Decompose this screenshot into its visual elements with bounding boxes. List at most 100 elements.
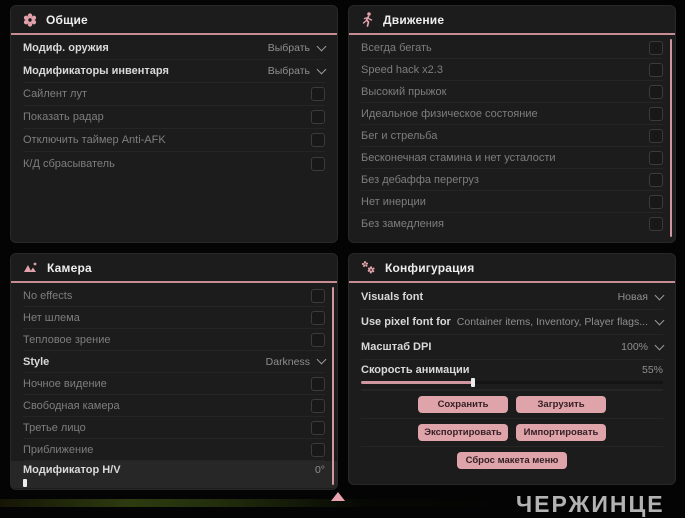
checkbox[interactable]: [311, 156, 325, 171]
checkbox[interactable]: [649, 194, 663, 209]
row-label: Модиф. оружия: [23, 42, 109, 54]
animation-speed-value: 55%: [641, 364, 663, 376]
checkbox[interactable]: [649, 172, 663, 187]
runner-icon: [361, 12, 374, 27]
panel-title: Камера: [47, 260, 92, 275]
row-label: Use pixel font for: [361, 316, 451, 328]
checkbox[interactable]: [649, 106, 663, 121]
panel-general: Общие Модиф. оружия Выбрать Модификаторы…: [10, 5, 338, 243]
checkbox[interactable]: [649, 40, 663, 55]
row-show-radar: Показать радар: [23, 106, 325, 129]
style-dropdown[interactable]: Darkness: [266, 354, 327, 368]
dropdown-value: 100%: [621, 341, 648, 353]
animation-speed-slider[interactable]: [361, 378, 663, 387]
row-style: Style Darkness: [23, 351, 327, 373]
row-label: Идеальное физическое состояние: [361, 107, 538, 120]
row-label: Бесконечная стамина и нет усталости: [361, 151, 556, 164]
panel-title: Конфигурация: [385, 260, 475, 275]
button-row-1: Сохранить Загрузить: [361, 390, 663, 418]
chevron-down-icon: [654, 290, 665, 300]
dropdown-value: Выбрать: [267, 65, 310, 77]
row-run-and-shoot: Бег и стрельба: [361, 125, 663, 147]
row-label: Сайлент лут: [23, 88, 87, 100]
row-dpi-scale: Масштаб DPI 100%: [361, 335, 665, 360]
checkbox[interactable]: [311, 376, 325, 391]
checkbox[interactable]: [649, 84, 663, 99]
row-label: Отключить таймер Anti-AFK: [23, 134, 166, 146]
checkbox[interactable]: [311, 398, 325, 413]
row-pixel-font: Use pixel font for Container items, Inve…: [361, 310, 665, 335]
row-cd-reset: К/Д сбрасыватель: [23, 152, 325, 175]
checkbox[interactable]: [311, 110, 325, 124]
row-label: Третье лицо: [23, 421, 86, 434]
checkbox[interactable]: [311, 332, 325, 347]
row-inventory-mods: Модификаторы инвентаря Выбрать: [23, 60, 327, 83]
row-label: Без дебаффа перегруз: [361, 173, 479, 186]
panel-title: Общие: [46, 12, 88, 27]
weapon-mod-dropdown[interactable]: Выбрать: [268, 41, 327, 54]
inventory-mods-dropdown[interactable]: Выбрать: [267, 64, 327, 77]
checkbox[interactable]: [311, 87, 325, 101]
row-label: No effects: [23, 289, 73, 302]
row-label: Свободная камера: [23, 399, 120, 412]
row-high-jump: Высокий прыжок: [361, 81, 663, 103]
panel-movement-header: Движение: [349, 6, 675, 33]
panel-title: Движение: [383, 12, 445, 27]
dpi-scale-dropdown[interactable]: 100%: [621, 340, 665, 353]
row-label: Тепловое зрение: [23, 333, 111, 346]
checkbox[interactable]: [649, 217, 663, 231]
panel-config-header: Конфигурация: [349, 254, 675, 281]
visuals-font-dropdown[interactable]: Новая: [617, 290, 665, 303]
export-button[interactable]: Экспортировать: [418, 424, 508, 441]
image-icon: [23, 261, 38, 274]
hv-value: 0°: [314, 464, 325, 476]
row-perfect-condition: Идеальное физическое состояние: [361, 103, 663, 125]
row-label: Всегда бегать: [361, 41, 432, 54]
row-label: Показать радар: [23, 111, 104, 123]
scrollbar[interactable]: [332, 287, 334, 485]
pixel-font-dropdown[interactable]: Container items, Inventory, Player flags…: [456, 315, 665, 328]
row-animation-speed: Скорость анимации 55%: [361, 360, 663, 390]
checkbox[interactable]: [649, 128, 663, 143]
checkbox[interactable]: [649, 62, 663, 77]
row-disable-antiafk: Отключить таймер Anti-AFK: [23, 129, 325, 152]
hv-slider-handle[interactable]: [23, 479, 27, 487]
checkbox[interactable]: [311, 420, 325, 435]
row-label: Без замедления: [361, 218, 444, 230]
row-label: Приближение: [23, 443, 94, 456]
dropdown-value: Container items, Inventory, Player flags…: [456, 316, 648, 328]
row-no-overload-debuff: Без дебаффа перегруз: [361, 169, 663, 191]
dropdown-value: Новая: [617, 291, 648, 303]
row-speed-hack: Speed hack x2.3: [361, 59, 663, 81]
chevron-down-icon: [316, 354, 327, 365]
checkbox[interactable]: [311, 310, 325, 325]
import-button[interactable]: Импортировать: [516, 424, 606, 441]
row-label: Ночное видение: [23, 377, 107, 390]
load-button[interactable]: Загрузить: [516, 396, 606, 413]
row-thermal-vision: Тепловое зрение: [23, 329, 325, 351]
row-label: Бег и стрельба: [361, 129, 438, 142]
row-zoom: Приближение: [23, 439, 325, 461]
reset-menu-layout-button[interactable]: Сброс макета меню: [457, 452, 567, 469]
flower-gear-icon: [23, 12, 37, 27]
slider-fill: [361, 381, 473, 384]
row-infinite-stamina: Бесконечная стамина и нет усталости: [361, 147, 663, 169]
slider-handle[interactable]: [470, 378, 475, 387]
checkbox[interactable]: [311, 133, 325, 147]
save-button[interactable]: Сохранить: [418, 396, 508, 413]
row-label: Высокий прыжок: [361, 85, 447, 98]
checkbox[interactable]: [649, 150, 663, 165]
panel-general-header: Общие: [11, 6, 337, 33]
panel-config: Конфигурация Visuals font Новая Use pixe…: [348, 253, 676, 485]
row-label: Speed hack x2.3: [361, 63, 443, 76]
row-silent-loot: Сайлент лут: [23, 83, 325, 106]
chevron-down-icon: [654, 340, 665, 350]
panel-camera: Камера No effects Нет шлема Тепловое зре…: [10, 253, 338, 490]
scrollbar[interactable]: [670, 39, 672, 237]
row-label: Масштаб DPI: [361, 341, 432, 353]
checkbox[interactable]: [311, 442, 325, 457]
watermark-text: ЧЕРЖИНЦЕ: [516, 491, 665, 517]
row-no-helmet: Нет шлема: [23, 307, 325, 329]
checkbox[interactable]: [311, 288, 325, 303]
row-label: Скорость анимации: [361, 364, 470, 376]
